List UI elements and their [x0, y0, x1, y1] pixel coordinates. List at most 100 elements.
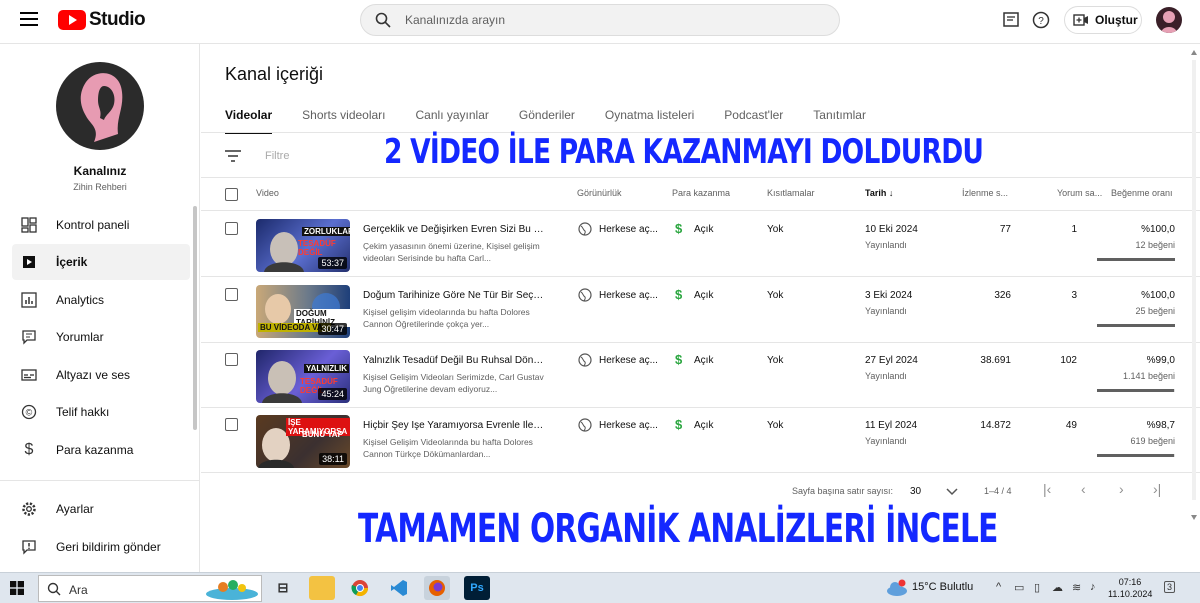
row-checkbox[interactable] — [225, 353, 238, 366]
table-row[interactable]: DOĞUM TARİHİNİZ BU VİDEODA VA... 30:47 D… — [201, 278, 1200, 343]
sidebar-item-content[interactable]: İçerik — [12, 244, 190, 280]
col-date[interactable]: Tarih ↓ — [865, 188, 893, 198]
visibility-value[interactable]: Herkese aç... — [599, 355, 658, 366]
account-avatar[interactable] — [1156, 7, 1182, 33]
channel-handle: Zihin Rehberi — [73, 182, 127, 192]
visibility-value[interactable]: Herkese aç... — [599, 224, 658, 235]
monetization-value[interactable]: Açık — [694, 290, 713, 301]
clock-date: 11.10.2024 — [1108, 589, 1153, 599]
col-views[interactable]: İzlenme s... — [962, 188, 1008, 198]
filter-input[interactable]: Filtre — [265, 150, 289, 162]
chrome-icon[interactable] — [347, 576, 373, 600]
tab-posts[interactable]: Gönderiler — [519, 108, 575, 134]
sidebar: Kanalınız Zihin Rehberi Kontrol paneli İ… — [0, 44, 200, 572]
next-page-icon[interactable]: › — [1119, 481, 1124, 497]
sidebar-scrollbar[interactable] — [193, 206, 197, 430]
sidebar-item-analytics[interactable]: Analytics — [12, 282, 190, 318]
studio-logo[interactable]: Studio — [58, 9, 146, 31]
restrictions-value: Yok — [767, 224, 784, 235]
file-explorer-icon[interactable] — [309, 576, 335, 600]
woman-profile-logo-icon — [80, 73, 123, 142]
video-thumbnail[interactable]: İŞE YARAMIYORSA BUNU YAP 38:11 — [256, 415, 350, 468]
col-monetization[interactable]: Para kazanma — [672, 188, 730, 198]
visibility-value[interactable]: Herkese aç... — [599, 290, 658, 301]
video-thumbnail[interactable]: YALNIZLIK TESADÜF DEĞİL 45:24 — [256, 350, 350, 403]
clock[interactable]: 07:16 11.10.2024 — [1108, 576, 1152, 600]
sidebar-item-label: Yorumlar — [56, 330, 104, 344]
weather-text[interactable]: 15°C Bulutlu — [912, 581, 973, 593]
first-page-icon[interactable]: |‹ — [1043, 481, 1051, 497]
create-button[interactable]: Oluştur — [1064, 6, 1142, 34]
sidebar-item-settings[interactable]: Ayarlar — [12, 491, 190, 527]
sidebar-item-copyright[interactable]: © Telif hakkı — [12, 394, 190, 430]
battery-icon[interactable]: ▯ — [1034, 581, 1040, 594]
volume-icon[interactable]: ♪ — [1090, 581, 1096, 593]
video-thumbnail[interactable]: ZORLUKLAR TESADÜF DEĞİL 53:37 — [256, 219, 350, 272]
table-row[interactable]: İŞE YARAMIYORSA BUNU YAP 38:11 Hiçbir Şe… — [201, 408, 1200, 473]
tab-playlists[interactable]: Oynatma listeleri — [605, 108, 694, 134]
last-page-icon[interactable]: ›| — [1153, 481, 1161, 497]
sidebar-item-comments[interactable]: Yorumlar — [12, 319, 190, 355]
video-title[interactable]: Hiçbir Şey İşe Yaramıyorsa Evrenle İleti… — [363, 420, 545, 431]
channel-avatar[interactable] — [56, 62, 144, 150]
vscode-icon[interactable] — [386, 576, 412, 600]
rows-per-page-select[interactable]: 30 — [910, 486, 921, 497]
visibility-value[interactable]: Herkese aç... — [599, 420, 658, 431]
chevron-down-icon[interactable] — [946, 488, 958, 496]
tab-shorts[interactable]: Shorts videoları — [302, 108, 385, 134]
col-comments[interactable]: Yorum sa... — [1057, 188, 1102, 198]
taskbar-search[interactable]: Ara — [38, 575, 262, 602]
dollar-icon: $ — [675, 417, 683, 432]
table-row[interactable]: YALNIZLIK TESADÜF DEĞİL 45:24 Yalnızlık … — [201, 343, 1200, 408]
select-all-checkbox[interactable] — [225, 188, 238, 201]
tab-promotions[interactable]: Tanıtımlar — [813, 108, 866, 134]
col-visibility[interactable]: Görünürlük — [577, 188, 622, 198]
row-checkbox[interactable] — [225, 288, 238, 301]
monetization-value[interactable]: Açık — [694, 420, 713, 431]
sidebar-item-dashboard[interactable]: Kontrol paneli — [12, 207, 190, 243]
table-row[interactable]: ZORLUKLAR TESADÜF DEĞİL 53:37 Gerçeklik … — [201, 212, 1200, 277]
video-title[interactable]: Doğum Tarihinize Göre Ne Tür Bir Seçil..… — [363, 290, 545, 301]
page-scrollbar[interactable] — [1191, 50, 1197, 520]
like-ratio-fill — [1097, 389, 1175, 392]
row-checkbox[interactable] — [225, 418, 238, 431]
col-likes[interactable]: Beğenme oranı — [1111, 188, 1173, 198]
prev-page-icon[interactable]: ‹ — [1081, 481, 1086, 497]
cloud-sync-icon[interactable]: ☁ — [1052, 581, 1063, 594]
sidebar-item-monetization[interactable]: $ Para kazanma — [12, 432, 190, 468]
filter-icon[interactable] — [225, 149, 241, 163]
photoshop-icon[interactable]: Ps — [464, 576, 490, 600]
network-icon[interactable]: ▭ — [1014, 581, 1024, 594]
subtitle-feedback-icon[interactable] — [1001, 10, 1021, 30]
sidebar-item-subtitles[interactable]: Altyazı ve ses — [12, 357, 190, 393]
date-status: Yayınlandı — [865, 371, 907, 381]
globe-icon — [578, 418, 592, 432]
search-input[interactable]: Kanalınızda arayın — [360, 4, 840, 36]
date-value: 10 Eki 2024 — [865, 224, 918, 235]
menu-icon[interactable] — [20, 12, 38, 26]
video-title[interactable]: Gerçeklik ve Değişirken Evren Sizi Bu Ş.… — [363, 224, 545, 235]
row-checkbox[interactable] — [225, 222, 238, 235]
chevron-up-icon[interactable]: ^ — [996, 581, 1001, 593]
video-title[interactable]: Yalnızlık Tesadüf Değil Bu Ruhsal Dönü..… — [363, 355, 545, 366]
monetization-value[interactable]: Açık — [694, 224, 713, 235]
col-restrictions[interactable]: Kısıtlamalar — [767, 188, 815, 198]
tab-videos[interactable]: Videolar — [225, 108, 273, 134]
overlay-headline-bottom: TAMAMEN ORGANİK ANALİZLERİ İNCELE — [358, 506, 998, 552]
taskbar-search-label: Ara — [69, 583, 88, 597]
task-view-icon[interactable]: ⊟ — [270, 576, 296, 600]
wifi-icon[interactable]: ≋ — [1072, 581, 1081, 594]
dollar-icon: $ — [675, 287, 683, 302]
help-icon[interactable]: ? — [1031, 10, 1051, 30]
sidebar-item-feedback[interactable]: Geri bildirim gönder — [12, 529, 190, 565]
sort-down-icon: ↓ — [888, 188, 894, 198]
globe-icon — [578, 288, 592, 302]
tab-podcasts[interactable]: Podcast'ler — [724, 108, 783, 134]
woman-silhouette-icon — [1161, 11, 1177, 33]
video-thumbnail[interactable]: DOĞUM TARİHİNİZ BU VİDEODA VA... 30:47 — [256, 285, 350, 338]
firefox-icon[interactable] — [424, 576, 450, 600]
monetization-value[interactable]: Açık — [694, 355, 713, 366]
notifications-icon[interactable]: 3 — [1164, 581, 1176, 593]
windows-start-icon[interactable] — [10, 581, 24, 595]
tab-live[interactable]: Canlı yayınlar — [416, 108, 489, 134]
